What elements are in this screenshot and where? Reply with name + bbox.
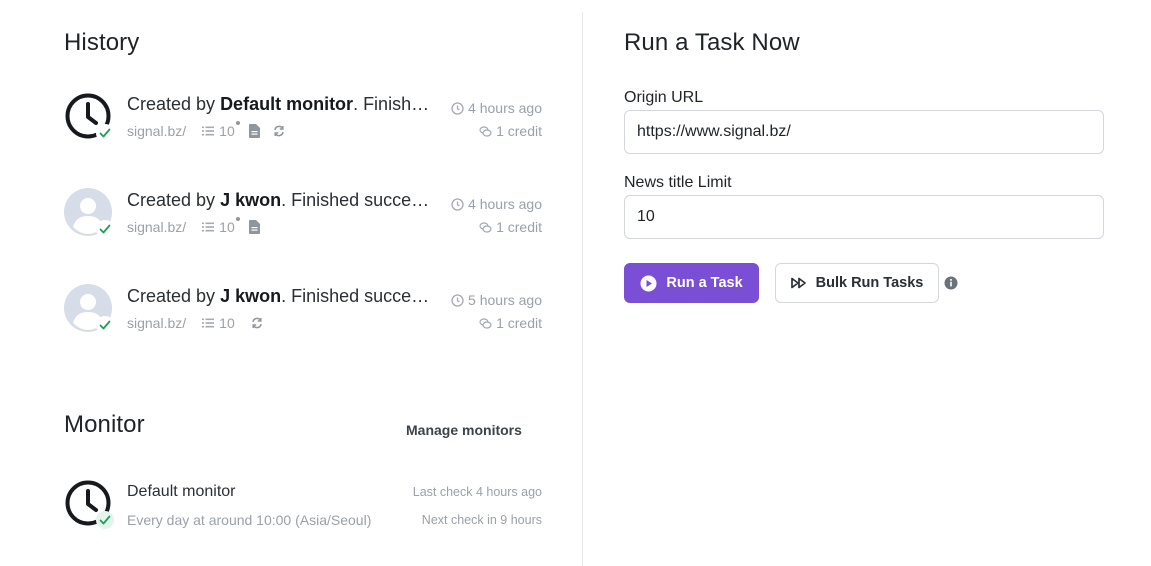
history-item-time: 4 hours ago — [451, 100, 542, 116]
history-item-credit: 1 credit — [479, 123, 542, 139]
success-check-icon — [96, 124, 114, 142]
history-item-title: Created by J kwon. Finished successfully — [127, 190, 432, 210]
refresh-icon — [251, 317, 263, 329]
history-item-site: signal.bz/ — [127, 219, 187, 235]
history-item-count: 10 — [219, 217, 240, 235]
monitor-name: Default monitor — [127, 483, 236, 500]
monitor-title: Monitor — [64, 411, 145, 438]
history-item-author: Default monitor — [220, 94, 354, 114]
history-row[interactable]: Created by Default monitor. Finished suc… — [64, 92, 542, 148]
fast-forward-icon — [790, 277, 806, 289]
news-title-limit-label: News title Limit — [624, 174, 732, 191]
document-icon — [248, 220, 260, 234]
history-item-credit: 1 credit — [479, 315, 542, 331]
coins-icon — [479, 317, 492, 329]
run-task-panel: Run a Task Now Origin URL News title Lim… — [583, 0, 1151, 566]
time-icon — [451, 101, 464, 115]
origin-url-label: Origin URL — [624, 89, 704, 106]
history-item-credit: 1 credit — [479, 219, 542, 235]
document-icon — [248, 124, 260, 138]
origin-url-input[interactable] — [624, 110, 1104, 154]
history-row[interactable]: Created by J kwon. Finished successfully… — [64, 284, 542, 340]
history-item-meta: signal.bz/ 10 — [127, 121, 285, 140]
run-task-button[interactable]: Run a Task — [624, 263, 759, 303]
success-check-icon — [96, 220, 114, 238]
history-item-count: 10 — [219, 121, 240, 139]
info-icon[interactable] — [944, 276, 958, 290]
history-item-time: 4 hours ago — [451, 196, 542, 212]
history-item-meta: signal.bz/ 10 — [127, 217, 260, 236]
time-icon — [451, 197, 464, 211]
history-title: History — [64, 29, 140, 56]
run-task-label: Run a Task — [666, 275, 743, 291]
monitor-next-check: Next check in 9 hours — [421, 513, 542, 527]
coins-icon — [479, 221, 492, 233]
manage-monitors-button[interactable]: Manage monitors — [406, 422, 522, 438]
history-item-site: signal.bz/ — [127, 123, 187, 139]
success-check-icon — [96, 511, 114, 529]
history-item-site: signal.bz/ — [127, 315, 187, 331]
monitor-last-check: Last check 4 hours ago — [412, 485, 542, 499]
news-title-limit-input[interactable] — [624, 195, 1104, 239]
list-icon — [202, 126, 215, 136]
history-item-author: J kwon — [220, 190, 282, 210]
history-item-meta: signal.bz/ 10 — [127, 314, 263, 332]
coins-icon — [479, 125, 492, 137]
refresh-icon — [273, 125, 285, 137]
history-row[interactable]: Created by J kwon. Finished successfully… — [64, 188, 542, 244]
history-item-count: 10 — [219, 315, 235, 331]
play-icon — [640, 275, 657, 291]
history-item-time: 5 hours ago — [451, 292, 542, 308]
bulk-run-tasks-button[interactable]: Bulk Run Tasks — [775, 263, 939, 303]
time-icon — [451, 293, 464, 307]
success-check-icon — [96, 316, 114, 334]
run-task-title: Run a Task Now — [624, 29, 800, 56]
history-item-title: Created by Default monitor. Finished suc… — [127, 94, 432, 114]
monitor-schedule: Every day at around 10:00 (Asia/Seoul) — [127, 512, 372, 528]
list-icon — [202, 318, 215, 328]
history-panel: History Created by Default monitor. Fini… — [0, 0, 582, 566]
bulk-run-tasks-label: Bulk Run Tasks — [815, 275, 924, 291]
history-item-author: J kwon — [220, 286, 282, 306]
list-icon — [202, 222, 215, 232]
history-item-title: Created by J kwon. Finished successfully — [127, 286, 432, 306]
